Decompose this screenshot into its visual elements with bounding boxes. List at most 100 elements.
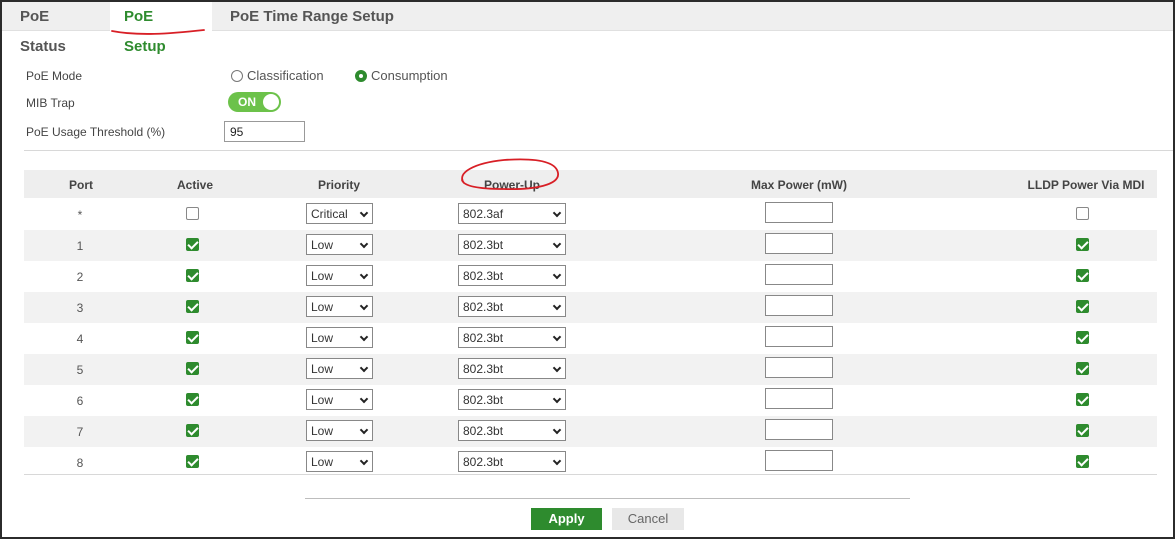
chevron-down-icon	[552, 363, 562, 373]
chevron-down-icon	[552, 332, 562, 342]
port-number: 5	[76, 363, 84, 377]
chevron-down-icon	[359, 301, 369, 311]
active-checkbox[interactable]	[186, 455, 199, 468]
mib-trap-toggle[interactable]: ON	[228, 92, 281, 112]
lldp-power-via-mdi-checkbox[interactable]	[1076, 269, 1089, 282]
priority-value: Low	[311, 269, 334, 283]
chevron-down-icon	[359, 425, 369, 435]
tab-poe-setup[interactable]: PoE Setup	[110, 2, 212, 55]
priority-value: Low	[311, 362, 334, 376]
chevron-down-icon	[552, 456, 562, 466]
max-power-input[interactable]	[765, 450, 833, 471]
priority-select[interactable]: Low	[306, 296, 373, 317]
power-up-select[interactable]: 802.3bt	[458, 389, 566, 410]
max-power-input[interactable]	[765, 233, 833, 254]
max-power-input[interactable]	[765, 264, 833, 285]
table-row: 6 Low 802.3bt	[24, 385, 1157, 416]
priority-value: Low	[311, 238, 334, 252]
power-up-value: 802.3af	[463, 207, 504, 221]
poe-usage-threshold-label: PoE Usage Threshold (%)	[26, 125, 166, 139]
chevron-down-icon	[552, 425, 562, 435]
header-active: Active	[176, 178, 214, 192]
port-number: 2	[76, 270, 84, 284]
power-up-select[interactable]: 802.3bt	[458, 420, 566, 441]
radio-classification-label: Classification	[247, 68, 324, 83]
lldp-power-via-mdi-checkbox[interactable]	[1076, 393, 1089, 406]
active-checkbox[interactable]	[186, 393, 199, 406]
power-up-select[interactable]: 802.3bt	[458, 265, 566, 286]
priority-select[interactable]: Low	[306, 327, 373, 348]
lldp-power-via-mdi-checkbox[interactable]	[1076, 207, 1089, 220]
footer-divider	[305, 498, 910, 499]
power-up-select[interactable]: 802.3bt	[458, 451, 566, 472]
radio-classification[interactable]: Classification	[231, 68, 324, 83]
chevron-down-icon	[552, 239, 562, 249]
header-priority: Priority	[317, 178, 361, 192]
max-power-input[interactable]	[765, 388, 833, 409]
table-row: * Critical 802.3af	[24, 199, 1157, 230]
active-checkbox[interactable]	[186, 238, 199, 251]
table-row: 5 Low 802.3bt	[24, 354, 1157, 385]
mib-trap-label: MIB Trap	[26, 96, 75, 110]
tab-poe-time-range-setup[interactable]: PoE Time Range Setup	[216, 2, 412, 31]
tab-bar: PoE Status PoE Setup PoE Time Range Setu…	[2, 2, 1173, 55]
toggle-knob	[263, 94, 279, 110]
power-up-select[interactable]: 802.3bt	[458, 296, 566, 317]
table-row: 7 Low 802.3bt	[24, 416, 1157, 447]
chevron-down-icon	[359, 394, 369, 404]
chevron-down-icon	[552, 208, 562, 218]
power-up-select[interactable]: 802.3bt	[458, 234, 566, 255]
priority-select[interactable]: Low	[306, 451, 373, 472]
power-up-value: 802.3bt	[463, 362, 504, 376]
power-up-value: 802.3bt	[463, 424, 504, 438]
priority-value: Low	[311, 331, 334, 345]
table-row: 2 Low 802.3bt	[24, 261, 1157, 292]
active-checkbox[interactable]	[186, 331, 199, 344]
table-bottom-line	[24, 474, 1157, 475]
power-up-value: 802.3bt	[463, 455, 504, 469]
chevron-down-icon	[359, 208, 369, 218]
priority-value: Low	[311, 455, 334, 469]
tab-poe-status[interactable]: PoE Status	[6, 2, 106, 55]
cancel-button[interactable]: Cancel	[612, 508, 684, 530]
section-divider	[24, 150, 1173, 151]
power-up-select[interactable]: 802.3bt	[458, 327, 566, 348]
active-checkbox[interactable]	[186, 362, 199, 375]
port-number: 1	[76, 239, 84, 253]
power-up-value: 802.3bt	[463, 269, 504, 283]
port-number: 4	[76, 332, 84, 346]
max-power-input[interactable]	[765, 326, 833, 347]
priority-select[interactable]: Critical	[306, 203, 373, 224]
lldp-power-via-mdi-checkbox[interactable]	[1076, 238, 1089, 251]
lldp-power-via-mdi-checkbox[interactable]	[1076, 455, 1089, 468]
active-checkbox[interactable]	[186, 424, 199, 437]
active-checkbox[interactable]	[186, 300, 199, 313]
priority-select[interactable]: Low	[306, 389, 373, 410]
active-checkbox[interactable]	[186, 207, 199, 220]
lldp-power-via-mdi-checkbox[interactable]	[1076, 424, 1089, 437]
radio-consumption[interactable]: Consumption	[355, 68, 448, 83]
active-checkbox[interactable]	[186, 269, 199, 282]
max-power-input[interactable]	[765, 202, 833, 223]
priority-select[interactable]: Low	[306, 420, 373, 441]
power-up-select[interactable]: 802.3af	[458, 203, 566, 224]
power-up-select[interactable]: 802.3bt	[458, 358, 566, 379]
poe-setup-window: PoE Status PoE Setup PoE Time Range Setu…	[0, 0, 1175, 539]
radio-consumption-label: Consumption	[371, 68, 448, 83]
priority-select[interactable]: Low	[306, 358, 373, 379]
port-number: 7	[76, 425, 84, 439]
priority-select[interactable]: Low	[306, 234, 373, 255]
chevron-down-icon	[359, 239, 369, 249]
lldp-power-via-mdi-checkbox[interactable]	[1076, 300, 1089, 313]
max-power-input[interactable]	[765, 357, 833, 378]
header-port: Port	[69, 178, 93, 192]
lldp-power-via-mdi-checkbox[interactable]	[1076, 362, 1089, 375]
chevron-down-icon	[552, 270, 562, 280]
apply-button[interactable]: Apply	[531, 508, 602, 530]
poe-usage-threshold-input[interactable]	[224, 121, 305, 142]
max-power-input[interactable]	[765, 295, 833, 316]
max-power-input[interactable]	[765, 419, 833, 440]
port-number: *	[77, 208, 83, 222]
lldp-power-via-mdi-checkbox[interactable]	[1076, 331, 1089, 344]
priority-select[interactable]: Low	[306, 265, 373, 286]
